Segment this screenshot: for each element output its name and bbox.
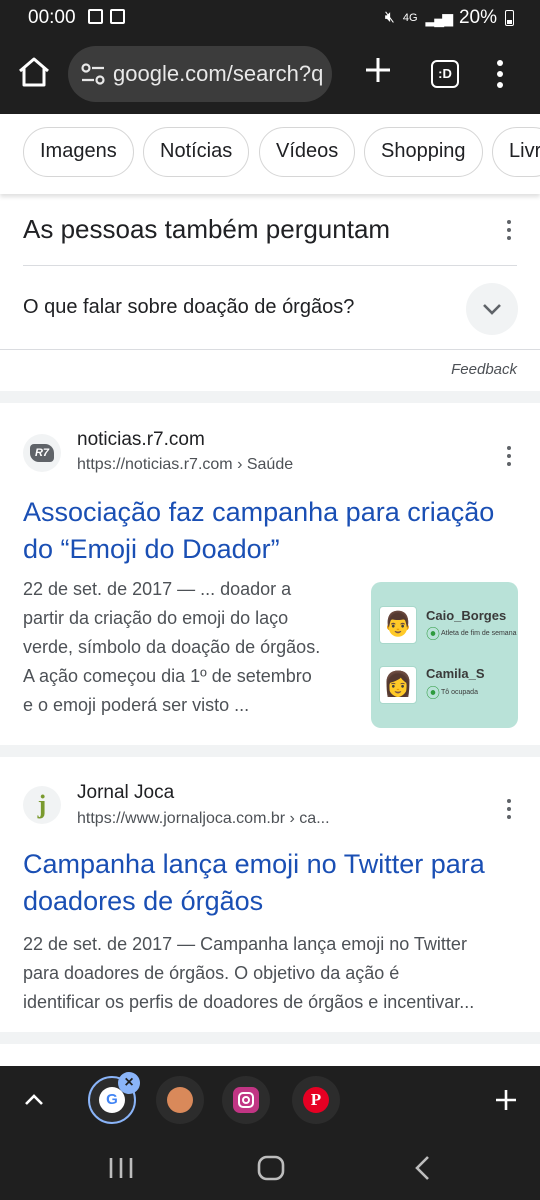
battery-charging-icon <box>505 10 514 26</box>
add-tab-icon[interactable] <box>494 1088 518 1112</box>
divider <box>0 349 540 350</box>
chip-videos[interactable]: Vídeos <box>259 127 356 177</box>
result-site-name[interactable]: noticias.r7.com <box>77 429 205 451</box>
green-ribbon-icon: ⦿ <box>426 626 440 642</box>
chevron-up-icon[interactable] <box>22 1090 46 1110</box>
status-bar: 00:00 🔇︎ 4G ▂▄▆ 20% <box>0 0 540 34</box>
paa-more-icon[interactable] <box>503 218 515 242</box>
gallery-notification-icon <box>88 9 103 24</box>
home-icon[interactable] <box>16 54 52 90</box>
mute-icon: 🔇︎ <box>384 9 395 26</box>
divider <box>23 265 517 266</box>
paa-heading: As pessoas também perguntam <box>23 214 391 244</box>
man-emoji-icon: 👨 <box>379 606 417 644</box>
r7-favicon-icon: R7 <box>23 434 61 472</box>
result-thumbnail[interactable]: 👨 Caio_Borges ⦿ Atleta de fim de semana … <box>371 582 518 728</box>
jornal-joca-favicon-icon: j <box>23 786 61 824</box>
tab-group-bar: G × P <box>0 1066 540 1134</box>
section-separator <box>0 745 540 757</box>
woman-emoji-icon: 👩 <box>379 666 417 704</box>
result-url[interactable]: https://www.jornaljoca.com.br › ca... <box>77 810 330 828</box>
home-button-icon[interactable] <box>256 1154 286 1182</box>
section-separator <box>0 391 540 403</box>
green-ribbon-icon: ⦿ <box>426 685 440 701</box>
new-tab-icon[interactable] <box>362 54 394 86</box>
back-icon[interactable] <box>410 1154 434 1182</box>
result-url[interactable]: https://noticias.r7.com › Saúde <box>77 456 293 474</box>
app-notification-icon <box>110 9 125 24</box>
more-options-icon[interactable] <box>490 58 510 90</box>
result-title-link[interactable]: Associação faz campanha para criação do … <box>23 494 523 568</box>
feedback-link[interactable]: Feedback <box>451 361 517 378</box>
paa-question[interactable]: O que falar sobre doação de órgãos? <box>23 296 354 319</box>
result-more-icon[interactable] <box>503 444 515 468</box>
result-snippet: 22 de set. de 2017 — ... doador a partir… <box>23 579 321 715</box>
close-icon[interactable]: × <box>118 1072 140 1094</box>
chevron-down-icon[interactable] <box>466 283 518 335</box>
battery-level: 20% <box>458 7 497 28</box>
instagram-tab-icon[interactable] <box>222 1076 270 1124</box>
recent-apps-icon[interactable] <box>107 1156 135 1180</box>
section-separator <box>0 1032 540 1044</box>
browser-toolbar: google.com/search?q :D <box>0 34 540 114</box>
result-more-icon[interactable] <box>503 797 515 821</box>
system-navigation-bar <box>0 1134 540 1200</box>
signal-icon: ▂▄▆ <box>425 9 453 26</box>
chip-noticias[interactable]: Notícias <box>143 127 250 177</box>
site-settings-icon[interactable] <box>80 62 106 86</box>
chip-imagens[interactable]: Imagens <box>23 127 134 177</box>
address-bar[interactable]: google.com/search?q <box>68 46 332 102</box>
network-type: 4G <box>402 12 418 24</box>
pinterest-tab-icon[interactable]: P <box>292 1076 340 1124</box>
clock: 00:00 <box>28 7 76 28</box>
tab-switcher-button[interactable]: :D <box>431 60 459 88</box>
chip-livros[interactable]: Livr <box>492 127 540 177</box>
result-site-name[interactable]: Jornal Joca <box>77 782 174 804</box>
url-text[interactable]: google.com/search?q <box>113 61 323 87</box>
search-filter-chips: Imagens Notícias Vídeos Shopping Livr <box>0 114 540 194</box>
result-snippet: 22 de set. de 2017 — Campanha lança emoj… <box>23 934 475 1012</box>
chip-shopping[interactable]: Shopping <box>364 127 483 177</box>
profile-tab-icon[interactable] <box>156 1076 204 1124</box>
result-title-link[interactable]: Campanha lança emoji no Twitter para doa… <box>23 846 523 920</box>
